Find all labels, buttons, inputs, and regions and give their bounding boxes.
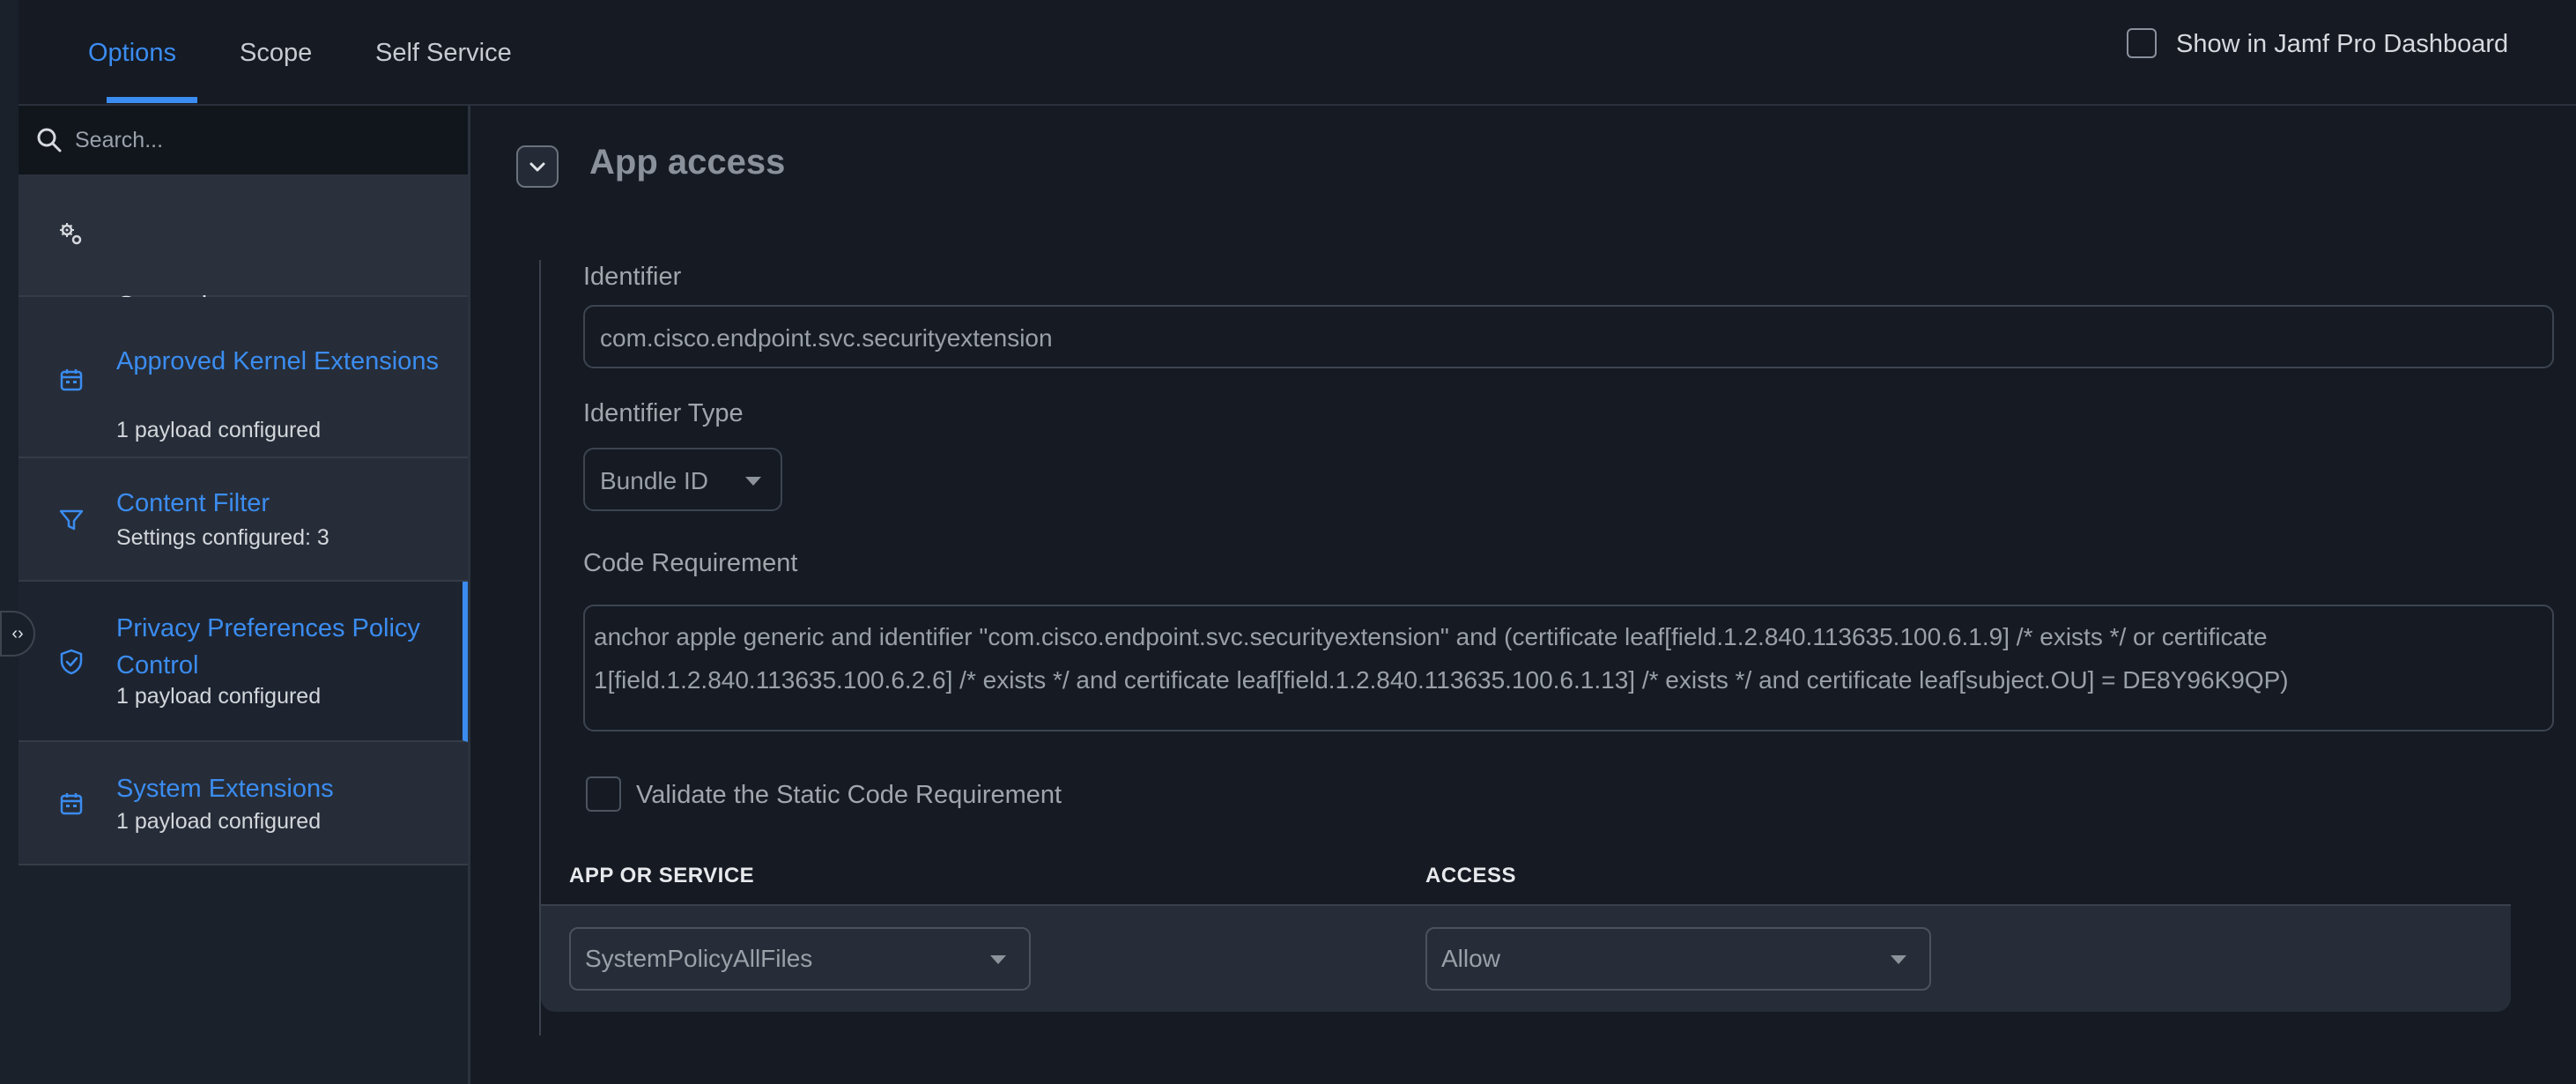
tab-scope[interactable]: Scope (240, 39, 312, 68)
identifier-field[interactable]: com.cisco.endpoint.svc.securityextension (583, 305, 2554, 368)
search-icon (37, 128, 62, 152)
table-row: SystemPolicyAllFiles Allow (541, 906, 2511, 1012)
validate-checkbox[interactable] (586, 776, 621, 812)
tab-options[interactable]: Options (88, 39, 176, 68)
main-content: App access Identifier com.cisco.endpoint… (470, 106, 2576, 1084)
search-input[interactable] (73, 122, 455, 159)
sidebar-item-subtitle: 1 payload configured (116, 418, 322, 442)
column-header-app-or-service: APP OR SERVICE (569, 864, 755, 887)
sidebar-item-approved-kernel-extensions[interactable]: Approved Kernel Extensions 1 payload con… (19, 297, 468, 458)
chevron-down-icon (529, 162, 545, 172)
sidebar-item-system-extensions[interactable]: System Extensions 1 payload configured (19, 742, 468, 865)
sidebar-item-label: Privacy Preferences Policy Control (116, 614, 420, 679)
identifier-label: Identifier (583, 263, 682, 291)
sidebar-item-subtitle: Settings configured: 3 (116, 525, 329, 550)
gears-icon (60, 223, 82, 245)
calendar-icon (60, 369, 83, 391)
sidebar-item-subtitle: 1 payload configured (116, 809, 322, 834)
identifier-type-value: Bundle ID (600, 467, 708, 494)
active-tab-indicator (107, 97, 197, 103)
dashboard-label: Show in Jamf Pro Dashboard (2176, 30, 2509, 58)
search-bar (19, 106, 468, 176)
sidebar-item-privacy-preferences[interactable]: Privacy Preferences Policy Control 1 pay… (19, 582, 468, 742)
identifier-value: com.cisco.endpoint.svc.securityextension (600, 324, 1053, 352)
filter-icon (59, 509, 84, 531)
identifier-type-select[interactable]: Bundle ID (583, 448, 782, 511)
code-requirement-label: Code Requirement (583, 549, 798, 577)
app-service-select[interactable]: SystemPolicyAllFiles (569, 927, 1031, 991)
identifier-type-label: Identifier Type (583, 399, 744, 427)
shield-icon (60, 649, 83, 675)
dashboard-checkbox[interactable] (2127, 28, 2157, 58)
section-collapse-button[interactable] (516, 145, 559, 188)
calendar-icon (60, 793, 83, 815)
sidebar-item-content-filter[interactable]: Content Filter Settings configured: 3 (19, 458, 468, 582)
left-rail (0, 0, 20, 1084)
sidebar-item-label: System Extensions (116, 775, 334, 803)
sidebar-item-subtitle: 1 payload configured (116, 684, 322, 709)
access-value: Allow (1441, 945, 1500, 972)
sidebar-item-label: Approved Kernel Extensions (116, 347, 439, 375)
tab-self-service[interactable]: Self Service (375, 39, 512, 68)
validate-label: Validate the Static Code Requirement (636, 781, 1062, 809)
column-header-access: ACCESS (1425, 864, 1517, 887)
section-title: App access (589, 143, 786, 182)
chevron-down-icon (990, 955, 1006, 964)
chevron-down-icon (745, 477, 761, 486)
access-select[interactable]: Allow (1425, 927, 1931, 991)
app-service-value: SystemPolicyAllFiles (585, 945, 813, 972)
sidebar: General Approved Kernel Extensions 1 pay… (19, 106, 470, 1084)
chevron-down-icon (1891, 955, 1906, 964)
sidebar-item-label: Content Filter (116, 489, 270, 517)
code-requirement-value: anchor apple generic and identifier "com… (594, 623, 2289, 694)
sidebar-item-general[interactable]: General (19, 176, 468, 320)
code-requirement-textarea[interactable]: anchor apple generic and identifier "com… (583, 605, 2554, 731)
